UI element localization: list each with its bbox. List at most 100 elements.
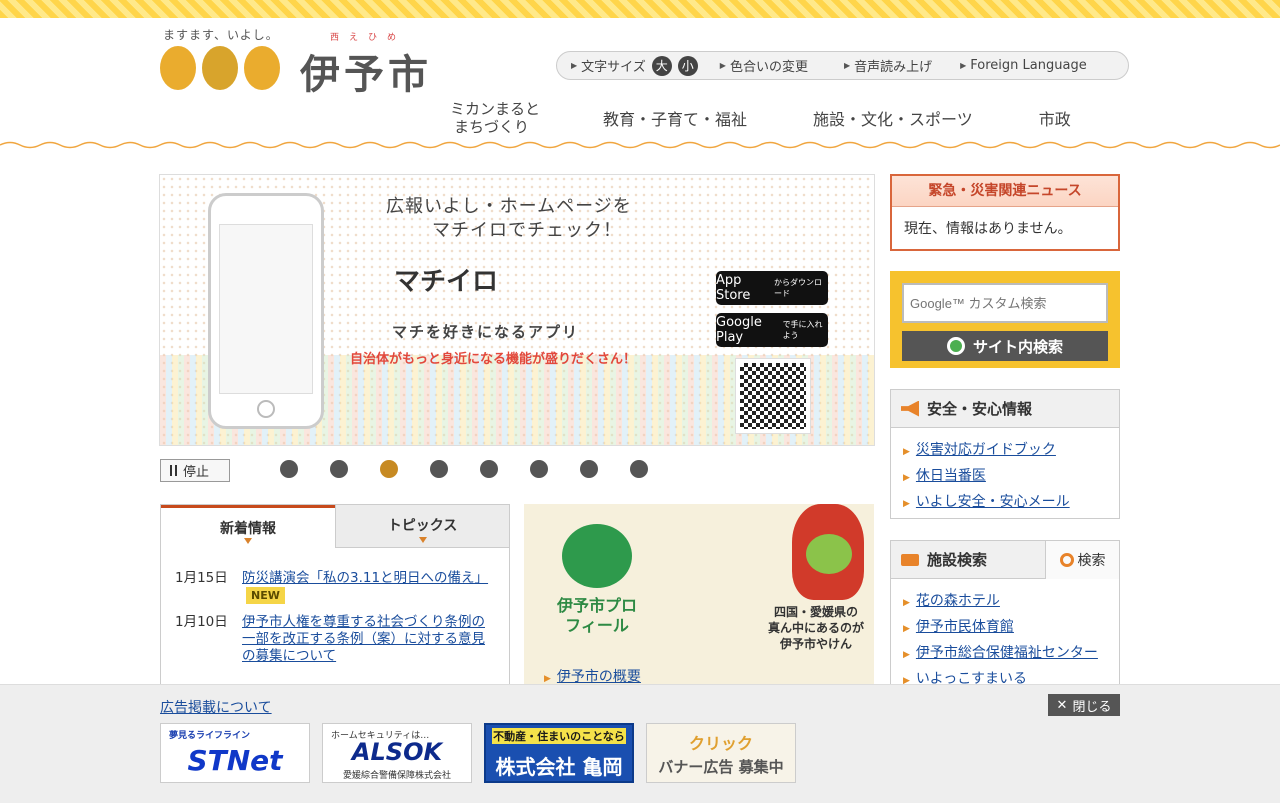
site-tagline: ますます、いよし。: [163, 28, 279, 42]
font-size-label: 文字サイズ: [581, 60, 646, 75]
slider-page-dot[interactable]: [330, 460, 348, 478]
site-search-button[interactable]: サイト内検索: [902, 331, 1108, 361]
city-profile-logo-icon: [562, 524, 632, 588]
ad-small-text: 不動産・住まいのことなら: [491, 728, 627, 744]
profile-caption-line: 真ん中にあるのが: [768, 621, 865, 635]
profile-caption-line: 四国・愛媛県の: [774, 605, 859, 619]
font-large-button[interactable]: 大: [651, 55, 672, 76]
search-icon: [946, 337, 965, 355]
news-panel: 新着情報 トピックス 1月15日 防災講演会「私の3.11と明日への備え」NEW…: [160, 504, 510, 704]
close-label: 閉じる: [1072, 699, 1112, 715]
phone-illustration: [208, 193, 324, 429]
slide-tagline: マチを好きになるアプリ: [392, 323, 580, 341]
megaphone-icon: [901, 400, 919, 417]
profile-title: 伊予市プロフィール: [556, 596, 637, 635]
main-slider[interactable]: 広報いよし・ホームページを マチイロでチェック！ マチイロ マチを好きになるアプ…: [159, 174, 875, 446]
tab-topics[interactable]: トピックス: [335, 505, 509, 548]
facility-link[interactable]: 伊予市民体育館: [916, 619, 1014, 635]
slide-brand: マチイロ: [394, 267, 499, 297]
phone-screen: [219, 224, 313, 394]
safety-link[interactable]: いよし安全・安心メール: [916, 494, 1070, 510]
slider-page-dot[interactable]: [580, 460, 598, 478]
site-logo-title[interactable]: 伊予市: [300, 42, 432, 100]
triangle-bullet-icon: ▶: [903, 499, 910, 509]
ad-banner-alsok[interactable]: ホームセキュリティは… ALSOK 愛媛綜合警備保障株式会社: [322, 723, 472, 783]
tab-label: 新着情報: [220, 521, 276, 537]
font-small-button[interactable]: 小: [677, 55, 698, 76]
city-logo-mark[interactable]: [160, 46, 280, 90]
nav-item-education[interactable]: 教育・子育て・福祉: [603, 106, 747, 130]
ad-info-link[interactable]: 広告掲載について: [160, 697, 272, 717]
facility-search-button[interactable]: 検索: [1045, 540, 1119, 579]
profile-caption-line: 伊予市やけん: [780, 637, 853, 651]
nav-item-mikan-machizukuri[interactable]: ミカンまると まちづくり: [450, 100, 570, 136]
triangle-bullet-icon: ▶: [544, 674, 551, 684]
slider-page-dot[interactable]: [630, 460, 648, 478]
triangle-bullet-icon: ▶: [903, 650, 910, 660]
font-size-control: ▶ 文字サイズ 大 小: [557, 55, 698, 76]
news-item: 1月15日 防災講演会「私の3.11と明日への備え」NEW: [175, 570, 495, 604]
facility-panel: 施設検索 検索 ▶ 花の森ホテル ▶ 伊予市民体育館 ▶ 伊予市総合保健福祉センター …: [890, 540, 1120, 690]
app-store-badge[interactable]: App Store からダウンロード: [716, 271, 828, 305]
safety-title: 安全・安心情報: [927, 400, 1033, 418]
emergency-news-box: 緊急・災害関連ニュース 現在、情報はありません。: [890, 174, 1120, 251]
site-search-label: サイト内検索: [972, 337, 1063, 356]
profile-overview-link[interactable]: 伊予市の概要: [557, 669, 641, 685]
color-change-link[interactable]: ▶ 色合いの変更: [698, 56, 808, 75]
tab-label: トピックス: [387, 518, 458, 534]
ad-banner-stnet[interactable]: 夢見るライフライン STNet: [160, 723, 310, 783]
list-item: ▶ いよし安全・安心メール: [903, 490, 1107, 516]
tab-new-info[interactable]: 新着情報: [161, 505, 335, 548]
header-wave-divider: [0, 141, 1280, 149]
news-date: 1月15日: [175, 570, 228, 586]
slider-page-dot[interactable]: [430, 460, 448, 478]
list-item: ▶ 伊予市民体育館: [903, 615, 1107, 641]
news-link[interactable]: 防災講演会「私の3.11と明日への備え」: [242, 570, 488, 586]
safety-panel-header: 安全・安心情報: [891, 390, 1119, 428]
google-play-label: Google Play: [716, 315, 762, 345]
list-item: ▶ 災害対応ガイドブック: [903, 438, 1107, 464]
site-search-box: サイト内検索: [890, 271, 1120, 368]
close-ads-button[interactable]: ✕ 閉じる: [1048, 694, 1120, 716]
list-item: ▶ 花の森ホテル: [903, 589, 1107, 615]
read-aloud-link[interactable]: ▶ 音声読み上げ: [808, 56, 932, 75]
triangle-bullet-icon: ▶: [571, 61, 578, 70]
slider-page-dot[interactable]: [530, 460, 548, 478]
triangle-bullet-icon: ▶: [719, 61, 726, 70]
ad-small-text: 夢見るライフライン: [169, 731, 251, 741]
nav-item-label: まちづくり: [454, 118, 530, 136]
magnifier-icon: [1059, 552, 1074, 567]
city-profile-banner[interactable]: 伊予市プロフィール 四国・愛媛県の 真ん中にあるのが 伊予市やけん ▶ 伊予市の概…: [524, 504, 874, 704]
ad-big-text: STNet: [187, 744, 283, 777]
nav-item-city-government[interactable]: 市政: [1039, 106, 1071, 130]
site-search-input[interactable]: [902, 283, 1108, 323]
foreign-language-link[interactable]: ▶ Foreign Language: [932, 58, 1087, 73]
safety-link[interactable]: 災害対応ガイドブック: [916, 442, 1056, 458]
safety-link[interactable]: 休日当番医: [916, 468, 986, 484]
facility-link[interactable]: 伊予市総合保健福祉センター: [916, 645, 1098, 661]
nav-item-facilities[interactable]: 施設・文化・スポーツ: [813, 106, 973, 130]
slider-page-dot[interactable]: [480, 460, 498, 478]
safety-panel: 安全・安心情報 ▶ 災害対応ガイドブック ▶ 休日当番医 ▶ いよし安全・安心メール: [890, 389, 1120, 519]
slider-page-dot[interactable]: [380, 460, 398, 478]
ad-banner-recruit[interactable]: クリック バナー広告 募集中: [646, 723, 796, 783]
ad-banner-kameoka[interactable]: 不動産・住まいのことなら 株式会社 亀岡: [484, 723, 634, 783]
phone-home-button-icon: [257, 400, 275, 418]
slider-page-dot[interactable]: [280, 460, 298, 478]
slider-pause-button[interactable]: 停止: [160, 459, 230, 482]
news-item: 1月10日 伊予市人権を尊重する社会づくり条例の一部を改正する条例（案）に対する…: [175, 614, 495, 665]
list-item: ▶ 休日当番医: [903, 464, 1107, 490]
app-store-sub: からダウンロード: [773, 278, 822, 298]
triangle-bullet-icon: ▶: [903, 473, 910, 483]
safety-list: ▶ 災害対応ガイドブック ▶ 休日当番医 ▶ いよし安全・安心メール: [891, 428, 1119, 522]
read-aloud-label: 音声読み上げ: [854, 60, 933, 75]
news-link[interactable]: 伊予市人権を尊重する社会づくり条例の一部を改正する条例（案）に対する意見の募集に…: [242, 614, 495, 665]
logo-emblem-icon: [244, 46, 280, 90]
tab-arrow-icon: [418, 537, 427, 543]
app-store-label: App Store: [716, 273, 751, 303]
facility-link[interactable]: 花の森ホテル: [916, 593, 1000, 609]
ad-sub-text: 愛媛綜合警備保障株式会社: [342, 771, 451, 781]
google-play-badge[interactable]: Google Play で手に入れよう: [716, 313, 828, 347]
facility-icon: [901, 553, 919, 566]
facility-title: 施設検索: [927, 551, 988, 569]
